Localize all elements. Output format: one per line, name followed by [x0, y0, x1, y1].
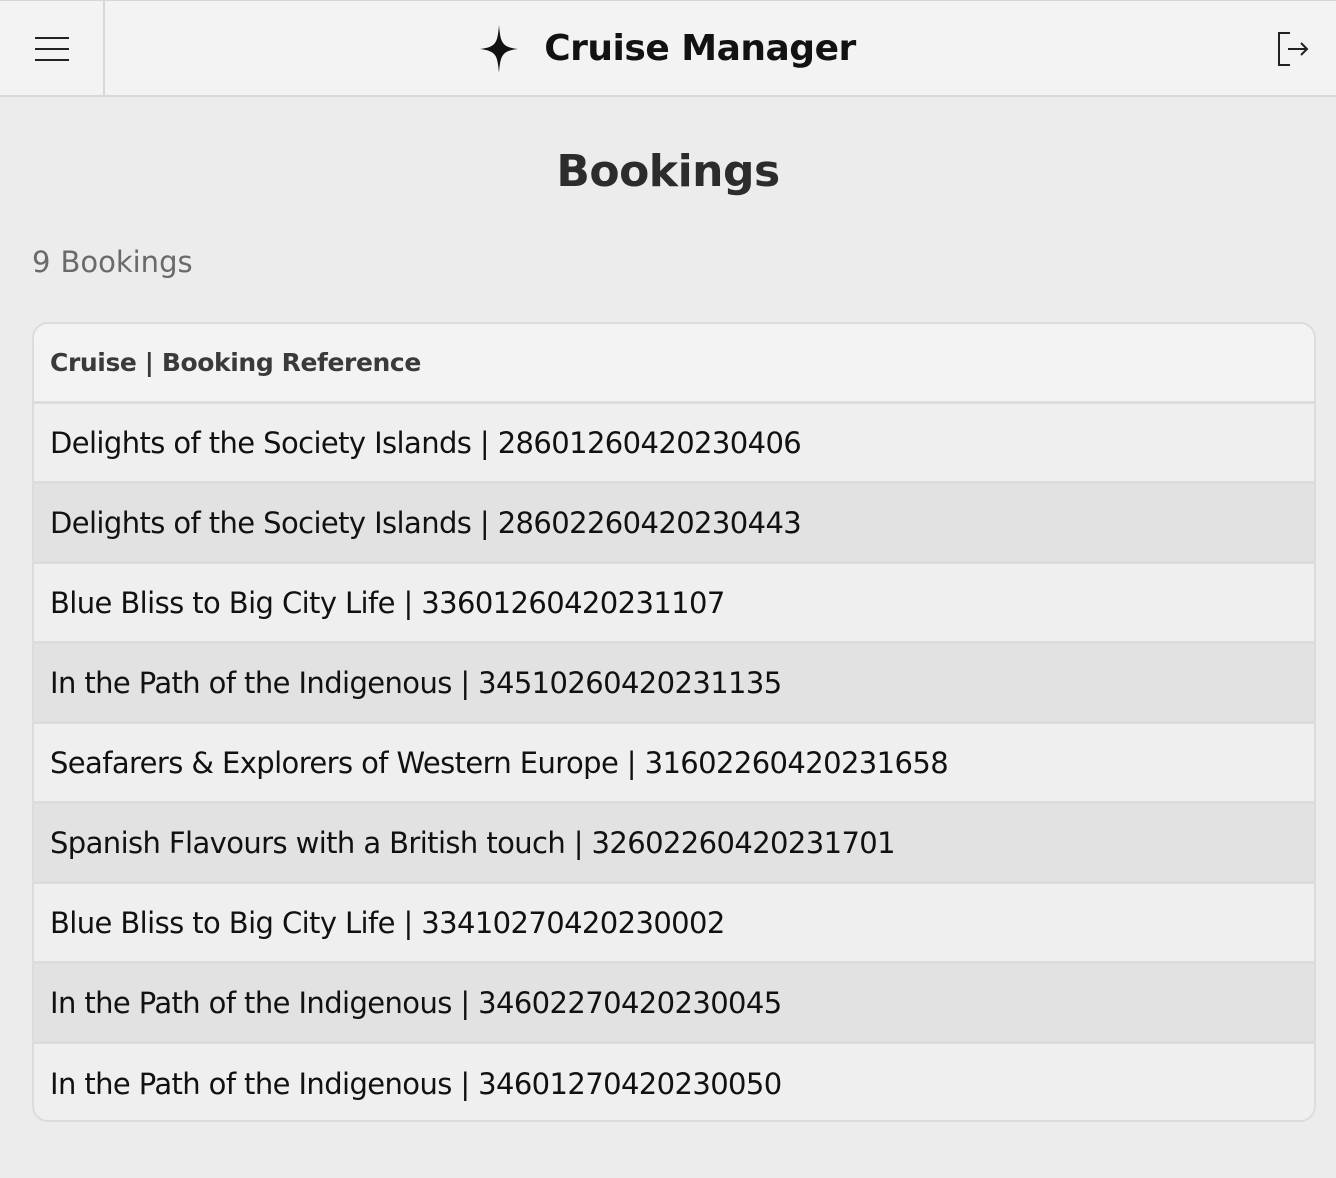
- table-row[interactable]: Blue Bliss to Big City Life | 3341027042…: [34, 884, 1314, 964]
- table-row[interactable]: Blue Bliss to Big City Life | 3360126042…: [34, 564, 1314, 644]
- table-row[interactable]: In the Path of the Indigenous | 34602270…: [34, 964, 1314, 1044]
- bookings-count: 9 Bookings: [32, 245, 193, 279]
- bookings-count-number: 9: [32, 245, 51, 279]
- hamburger-menu-icon: [34, 36, 69, 61]
- table-header: Cruise | Booking Reference: [34, 324, 1314, 404]
- menu-button[interactable]: [0, 1, 105, 96]
- table-row[interactable]: Delights of the Society Islands | 286012…: [34, 404, 1314, 484]
- bookings-count-label: Bookings: [60, 245, 193, 279]
- sparkle-star-icon: [480, 24, 519, 73]
- page-title: Bookings: [556, 146, 780, 197]
- brand: Cruise Manager: [0, 1, 1336, 96]
- table-row[interactable]: Seafarers & Explorers of Western Europe …: [34, 724, 1314, 804]
- table-row[interactable]: Delights of the Society Islands | 286022…: [34, 484, 1314, 564]
- brand-link[interactable]: Cruise Manager: [480, 24, 856, 73]
- logout-button[interactable]: [1250, 1, 1336, 96]
- bookings-table: Cruise | Booking Reference Delights of t…: [32, 322, 1316, 1122]
- table-row[interactable]: In the Path of the Indigenous | 34510260…: [34, 644, 1314, 724]
- app-title: Cruise Manager: [544, 28, 856, 69]
- logout-icon: [1278, 31, 1309, 66]
- table-row[interactable]: Spanish Flavours with a British touch | …: [34, 804, 1314, 884]
- app-header: Cruise Manager: [0, 0, 1336, 97]
- table-row[interactable]: In the Path of the Indigenous | 34601270…: [34, 1044, 1314, 1120]
